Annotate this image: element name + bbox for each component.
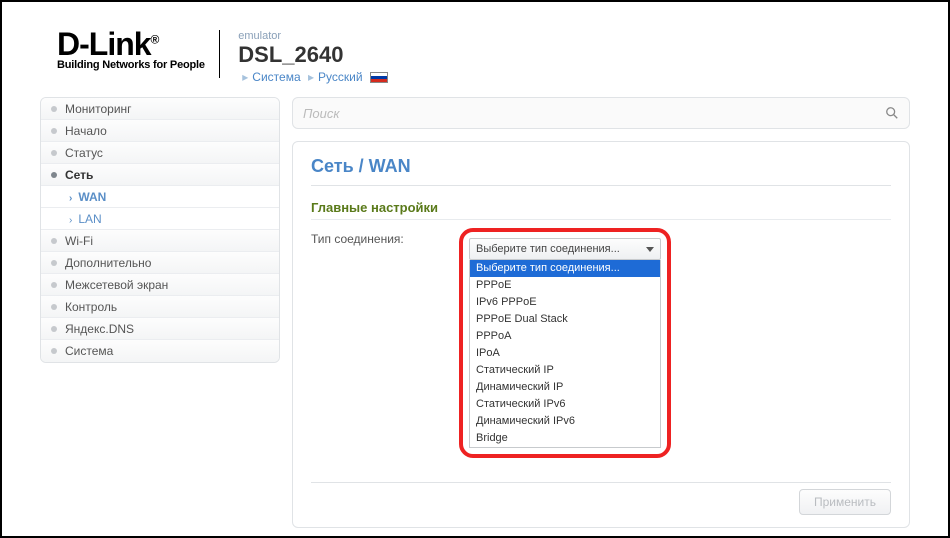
- bullet-icon: [51, 326, 57, 332]
- sidebar-item-start[interactable]: Начало: [41, 120, 279, 142]
- russia-flag-icon: [370, 72, 388, 83]
- chevron-right-icon: ▸: [308, 70, 314, 84]
- search-box[interactable]: [292, 97, 910, 129]
- option-ipv6-pppoe[interactable]: IPv6 PPPoE: [470, 294, 660, 311]
- bullet-icon: [51, 172, 57, 178]
- option-pppoe[interactable]: PPPoE: [470, 277, 660, 294]
- sidebar-item-label: Статус: [65, 146, 103, 160]
- sidebar-item-label: Система: [65, 344, 113, 358]
- sidebar-item-advanced[interactable]: Дополнительно: [41, 252, 279, 274]
- option-ipoa[interactable]: IPoA: [470, 345, 660, 362]
- sidebar-item-label: Контроль: [65, 300, 117, 314]
- option-pppoa[interactable]: PPPoA: [470, 328, 660, 345]
- breadcrumb-system[interactable]: Система: [252, 70, 300, 84]
- sidebar-subitem-lan[interactable]: › LAN: [41, 208, 279, 230]
- content-panel: Сеть / WAN Главные настройки Тип соедине…: [292, 141, 910, 528]
- sidebar-item-wifi[interactable]: Wi-Fi: [41, 230, 279, 252]
- nav: Мониторинг Начало Статус Сеть ›WAN ›LAN …: [40, 97, 280, 363]
- option-dynamic-ipv6[interactable]: Динамический IPv6: [470, 413, 660, 430]
- model-block: emulator DSL_2640 ▸ Система ▸ Русский: [224, 30, 388, 84]
- bullet-icon: [51, 106, 57, 112]
- sidebar-item-network[interactable]: Сеть: [41, 164, 279, 186]
- bullet-icon: [51, 260, 57, 266]
- select-value: Выберите тип соединения...: [476, 243, 620, 255]
- sidebar-item-system[interactable]: Система: [41, 340, 279, 362]
- option-placeholder[interactable]: Выберите тип соединения...: [470, 260, 660, 277]
- bullet-icon: [51, 348, 57, 354]
- sidebar-item-yandexdns[interactable]: Яндекс.DNS: [41, 318, 279, 340]
- sidebar-item-status[interactable]: Статус: [41, 142, 279, 164]
- sidebar-item-label: LAN: [78, 212, 101, 226]
- apply-button[interactable]: Применить: [799, 489, 891, 515]
- sidebar-item-label: Дополнительно: [65, 256, 151, 270]
- model-name: DSL_2640: [238, 42, 388, 68]
- sidebar-item-label: Яндекс.DNS: [65, 322, 134, 336]
- sidebar-item-label: Мониторинг: [65, 102, 132, 116]
- bullet-icon: [51, 238, 57, 244]
- option-static-ip[interactable]: Статический IP: [470, 362, 660, 379]
- logo: D-Link® Building Networks for People: [57, 30, 220, 78]
- option-static-ipv6[interactable]: Статический IPv6: [470, 396, 660, 413]
- divider: [311, 219, 891, 220]
- sidebar-item-firewall[interactable]: Межсетевой экран: [41, 274, 279, 296]
- option-dynamic-ip[interactable]: Динамический IP: [470, 379, 660, 396]
- header: D-Link® Building Networks for People emu…: [2, 2, 948, 97]
- divider: [311, 185, 891, 186]
- logo-text: D-Link®: [57, 30, 205, 59]
- bullet-icon: [51, 282, 57, 288]
- sidebar-item-monitoring[interactable]: Мониторинг: [41, 98, 279, 120]
- dropdown-highlight: Выберите тип соединения... Выберите тип …: [459, 228, 671, 458]
- connection-type-select[interactable]: Выберите тип соединения...: [469, 238, 661, 260]
- breadcrumb-language[interactable]: Русский: [318, 70, 363, 84]
- main: Сеть / WAN Главные настройки Тип соедине…: [292, 97, 910, 528]
- chevron-right-icon: ›: [69, 193, 72, 204]
- search-input[interactable]: [303, 106, 885, 121]
- bullet-icon: [51, 150, 57, 156]
- logo-subtitle: Building Networks for People: [57, 59, 205, 71]
- sidebar-item-label: Сеть: [65, 168, 93, 182]
- connection-type-row: Тип соединения: Выберите тип соединения.…: [311, 228, 891, 458]
- sidebar-item-label: Межсетевой экран: [65, 278, 168, 292]
- breadcrumb: ▸ Система ▸ Русский: [238, 70, 388, 84]
- bullet-icon: [51, 128, 57, 134]
- sidebar-subitem-wan[interactable]: › WAN: [41, 186, 279, 208]
- connection-type-options: Выберите тип соединения... PPPoE IPv6 PP…: [469, 260, 661, 448]
- divider: [311, 482, 891, 483]
- connection-type-label: Тип соединения:: [311, 228, 459, 246]
- sidebar-item-control[interactable]: Контроль: [41, 296, 279, 318]
- option-pppoe-dualstack[interactable]: PPPoE Dual Stack: [470, 311, 660, 328]
- sidebar-item-label: WAN: [78, 190, 106, 204]
- section-title: Главные настройки: [311, 200, 891, 215]
- bullet-icon: [51, 304, 57, 310]
- sidebar-item-label: Wi-Fi: [65, 234, 93, 248]
- sidebar-item-label: Начало: [65, 124, 107, 138]
- sidebar: Мониторинг Начало Статус Сеть ›WAN ›LAN …: [40, 97, 280, 528]
- chevron-down-icon: [646, 247, 654, 252]
- emulator-label: emulator: [238, 30, 388, 42]
- chevron-right-icon: ▸: [242, 70, 248, 84]
- search-icon: [885, 106, 899, 120]
- option-bridge[interactable]: Bridge: [470, 430, 660, 447]
- page-title: Сеть / WAN: [311, 156, 891, 177]
- chevron-right-icon: ›: [69, 215, 72, 226]
